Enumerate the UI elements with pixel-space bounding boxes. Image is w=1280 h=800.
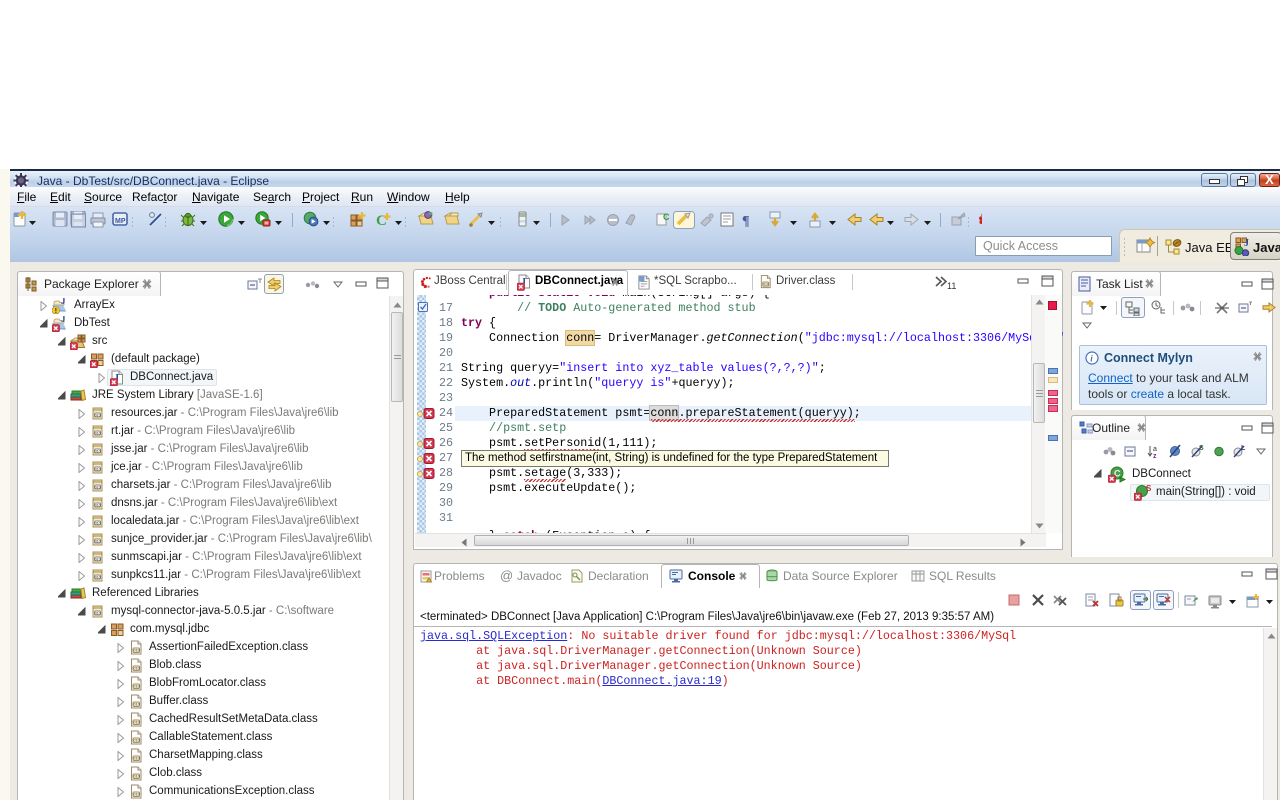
svg-text:11: 11 xyxy=(947,281,956,290)
svg-text:S: S xyxy=(1146,485,1152,493)
svg-text:MP: MP xyxy=(115,218,126,225)
svg-text:J: J xyxy=(1244,238,1249,249)
svg-text:a: a xyxy=(1153,446,1157,453)
svg-text:¶: ¶ xyxy=(742,214,750,229)
svg-text:z: z xyxy=(1153,453,1157,460)
svg-text:C: C xyxy=(376,213,387,229)
svg-text:C: C xyxy=(663,212,670,222)
